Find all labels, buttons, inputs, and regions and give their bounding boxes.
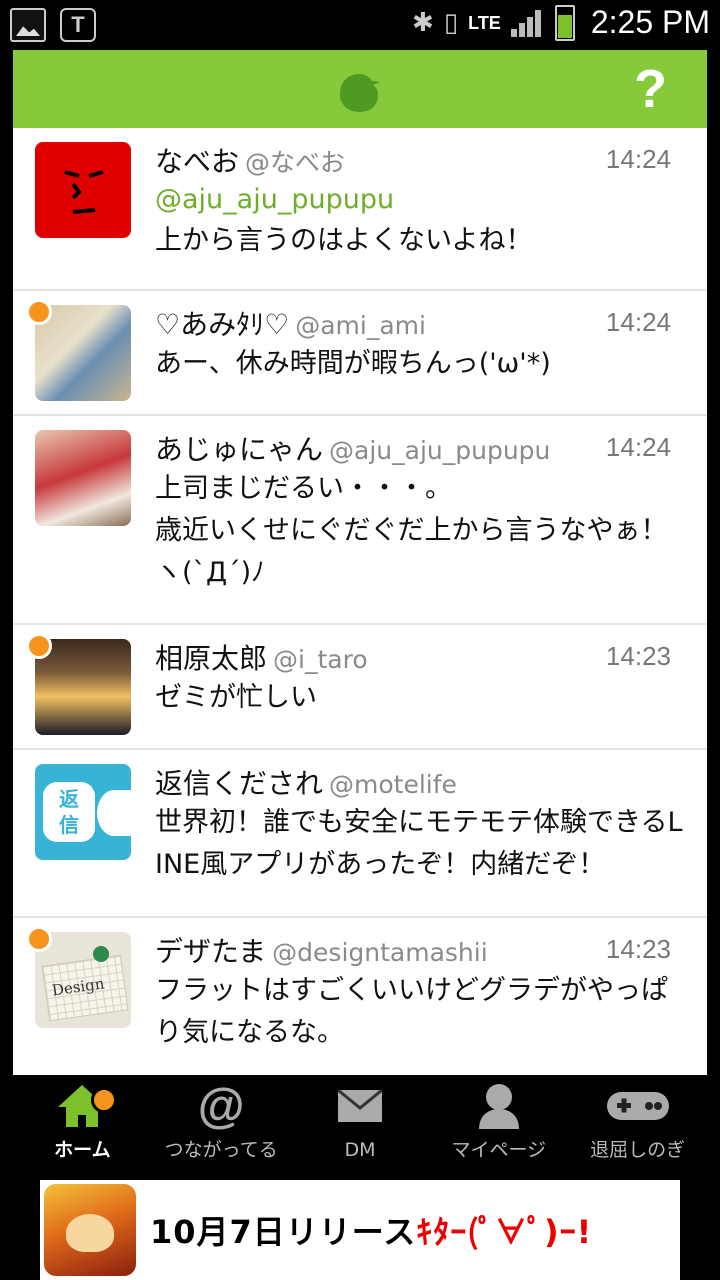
avatar-text: Design (50, 974, 106, 1000)
unread-badge (26, 299, 52, 325)
tweet-author-name[interactable]: なべお (155, 140, 239, 180)
app-header: ? (13, 50, 707, 128)
avatar[interactable] (35, 430, 131, 526)
image-notification-icon (10, 8, 46, 42)
nav-label: ホーム (54, 1139, 111, 1161)
nav-label: つながってる (164, 1139, 278, 1161)
bluetooth-icon: ✱ (412, 7, 434, 38)
tweet-body: ゼミが忙しい (155, 682, 317, 713)
tweet-time: 14:24 (605, 307, 671, 337)
tweet-item[interactable]: Design デザたま @designtamashii 14:23 フラットはす… (13, 918, 707, 1075)
ad-banner[interactable]: 10月7日リリースｷﾀｰ(ﾟ∀ﾟ)ｰ! (40, 1180, 680, 1280)
tweet-body: あー、休み時間が暇ちんっ('ω'*) (155, 348, 551, 379)
at-icon: @ (197, 1079, 245, 1133)
tweet-author-handle[interactable]: @aju_aju_pupupu (329, 436, 550, 465)
nav-unread-badge (91, 1087, 117, 1113)
tweet-reply-mention[interactable]: @aju_aju_pupupu (155, 180, 689, 220)
app-window: ? なべお @なべお 14:24 @aju_aju_pupupu 上から言うのは… (13, 50, 707, 1075)
design-note-icon: Design (41, 954, 129, 1022)
tweet-author-handle[interactable]: @なべお (245, 143, 345, 179)
tweet-body: 世界初！誰でも安全にモテモテ体験できるLINE風アプリがあったぞ！内緒だぞ！ (155, 807, 683, 880)
tweet-author-name[interactable]: あじゅにゃん (155, 428, 323, 468)
nav-games[interactable]: 退屈しのぎ (568, 1075, 707, 1172)
tweet-body: 上から言うのはよくないよね！ (155, 225, 533, 256)
face-avatar-icon (64, 170, 104, 214)
tweet-time: 14:23 (605, 641, 671, 671)
nav-label: DM (344, 1139, 376, 1161)
tweet-item[interactable]: 相原太郎 @i_taro 14:23 ゼミが忙しい (13, 625, 707, 750)
avatar[interactable] (35, 142, 131, 238)
tweet-item[interactable]: あじゅにゃん @aju_aju_pupupu 14:24 上司まじだるい・・・。… (13, 416, 707, 625)
nav-label: マイページ (451, 1139, 547, 1161)
gamepad-icon (606, 1092, 669, 1120)
nav-dm[interactable]: DM (291, 1075, 430, 1172)
nav-home[interactable]: ホーム (13, 1075, 152, 1172)
nav-mypage[interactable]: マイページ (429, 1075, 568, 1172)
avatar-text: 返 (59, 787, 79, 811)
app-notification-icon: T (60, 8, 96, 42)
status-time: 2:25 PM (590, 4, 710, 40)
bottom-nav: ホーム @ つながってる DM マイページ 退屈しのぎ (13, 1075, 707, 1172)
tweet-body: 上司まじだるい・・・。 歳近いくせにぐだぐだ上から言うなやぁ！ ヽ(`Д´)ﾉ (155, 473, 668, 588)
tweet-time: 14:24 (605, 144, 671, 174)
tweet-author-handle[interactable]: @i_taro (273, 645, 368, 674)
tweet-item[interactable]: なべお @なべお 14:24 @aju_aju_pupupu 上から言うのはよく… (13, 128, 707, 291)
ad-text-emphasis: ｷﾀｰ(ﾟ∀ﾟ)ｰ! (416, 1213, 593, 1251)
ad-text-main: 10月7日リリース (150, 1213, 417, 1251)
help-button[interactable]: ? (634, 58, 667, 120)
nav-label: 退屈しのぎ (590, 1139, 686, 1161)
tweet-time: 14:23 (605, 934, 671, 964)
unread-badge (26, 926, 52, 952)
vibrate-icon: ▯ (443, 7, 459, 38)
mail-icon (337, 1088, 383, 1122)
tweet-author-handle[interactable]: @motelife (329, 770, 457, 799)
avatar[interactable]: 返 信 (35, 764, 131, 860)
ad-text[interactable]: 10月7日リリースｷﾀｰ(ﾟ∀ﾟ)ｰ! (150, 1207, 592, 1253)
person-icon (478, 1084, 519, 1129)
avatar-speech-bubble: 返 信 (43, 782, 95, 842)
tweet-author-name[interactable]: デザたま (155, 930, 266, 970)
ad-app-icon[interactable] (44, 1184, 136, 1276)
face-bubble-icon (97, 790, 131, 836)
battery-icon (554, 4, 575, 41)
tweet-body: フラットはすごくいいけどグラデがやっぱり気になるな。 (155, 975, 668, 1048)
tweet-time: 14:24 (605, 432, 671, 462)
tweet-item[interactable]: 返 信 返信くだされ @motelife 世界初！誰でも安全にモテモテ体験できる… (13, 750, 707, 918)
signal-icon (510, 9, 545, 37)
timeline[interactable]: なべお @なべお 14:24 @aju_aju_pupupu 上から言うのはよく… (13, 128, 707, 1075)
bird-logo-icon (339, 74, 380, 112)
tweet-author-name[interactable]: 返信くだされ (155, 762, 323, 802)
tweet-author-name[interactable]: 相原太郎 (155, 637, 267, 677)
tweet-author-handle[interactable]: @designtamashii (272, 938, 488, 967)
unread-badge (26, 633, 52, 659)
tweet-item[interactable]: ♡あみﾀﾘ♡ @ami_ami 14:24 あー、休み時間が暇ちんっ('ω'*) (13, 291, 707, 416)
tweet-author-name[interactable]: ♡あみﾀﾘ♡ (155, 303, 289, 343)
nav-mentions[interactable]: @ つながってる (152, 1075, 291, 1172)
status-bar: T ✱ ▯ LTE 2:25 PM (0, 0, 720, 50)
pin-icon (93, 946, 109, 962)
network-type: LTE (468, 12, 501, 33)
avatar-text: 信 (59, 813, 79, 837)
tweet-author-handle[interactable]: @ami_ami (295, 311, 426, 340)
